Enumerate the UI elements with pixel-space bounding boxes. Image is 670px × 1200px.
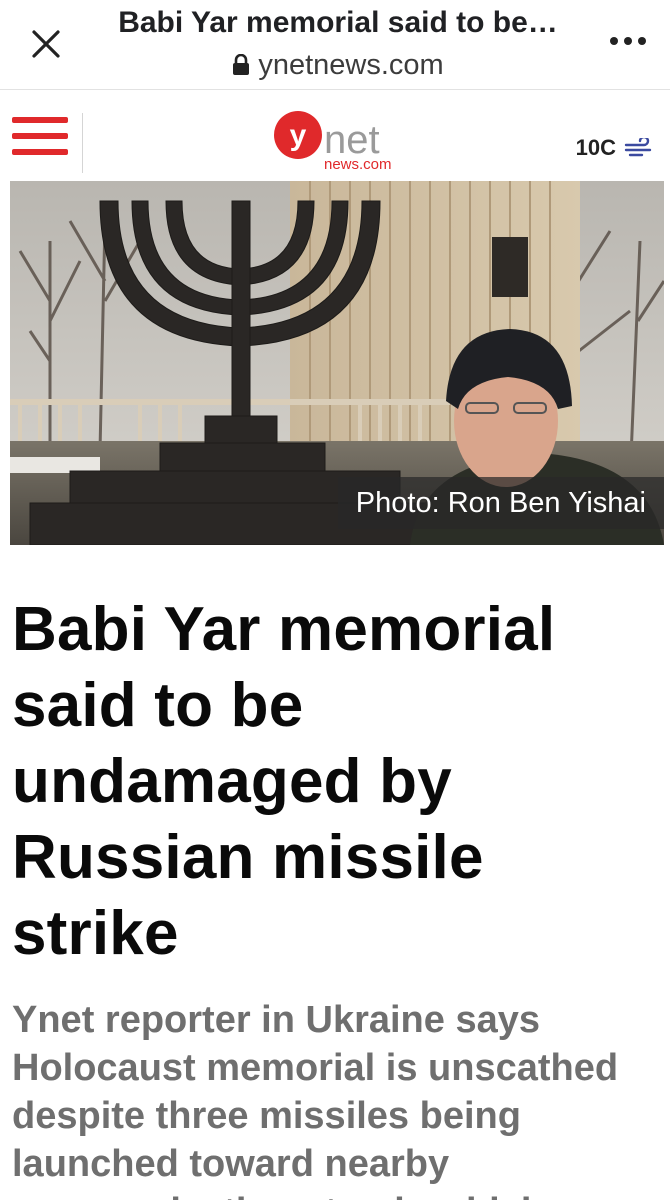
photo-credit: Photo: Ron Ben Yishai (337, 477, 664, 529)
url-line: ynetnews.com (88, 48, 588, 82)
article-hero-image[interactable]: Photo: Ron Ben Yishai (10, 181, 664, 545)
header-divider (82, 113, 83, 173)
ynet-logo[interactable]: y net news.com (272, 109, 412, 173)
weather-temperature: 10C (575, 135, 616, 160)
hamburger-menu-icon[interactable] (12, 117, 68, 161)
site-header: y net news.com 10C (0, 91, 670, 181)
url-text: ynetnews.com (258, 49, 444, 81)
weather-widget[interactable]: 10C (576, 135, 654, 161)
close-icon (32, 30, 60, 58)
page-title: Babi Yar memorial said to be… (118, 6, 558, 39)
close-button[interactable] (22, 20, 70, 68)
lock-icon (233, 54, 250, 75)
logo-y-text: y (290, 119, 307, 152)
more-options-button[interactable] (608, 26, 648, 56)
logo-news-text: news.com (324, 156, 392, 173)
address-area[interactable]: Babi Yar memorial said to be… ynetnews.c… (88, 4, 588, 82)
article-subheadline: Ynet reporter in Ukraine says Holocaust … (12, 999, 619, 1200)
more-dots-icon (610, 37, 646, 45)
article-headline: Babi Yar memorial said to be undamaged b… (12, 595, 556, 968)
wind-icon (624, 138, 652, 157)
browser-toolbar: Babi Yar memorial said to be… ynetnews.c… (0, 0, 670, 90)
